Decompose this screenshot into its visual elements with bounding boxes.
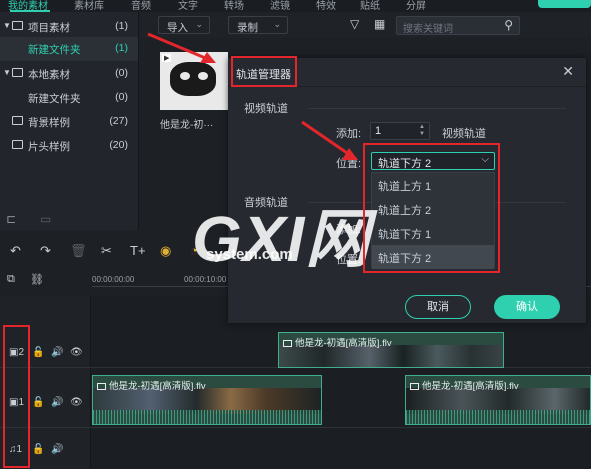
clip-label: 他是龙-初遇[高清版].flv	[283, 335, 392, 349]
clip-filename: 他是龙-初遇[高清版].flv	[422, 381, 519, 392]
video-clip-icon	[97, 382, 106, 390]
annotation-arrow	[301, 120, 351, 157]
annotation-arrows	[147, 32, 358, 160]
video-clip-icon	[283, 339, 292, 347]
clip-filename: 他是龙-初遇[高清版].flv	[295, 338, 392, 349]
annotation-arrow	[147, 32, 211, 62]
clip-label: 他是龙-初遇[高清版].flv	[410, 378, 519, 392]
clip-label: 他是龙-初遇[高清版].flv	[97, 378, 206, 392]
clip-filename: 他是龙-初遇[高清版].flv	[109, 381, 206, 392]
video-clip-icon	[410, 382, 419, 390]
